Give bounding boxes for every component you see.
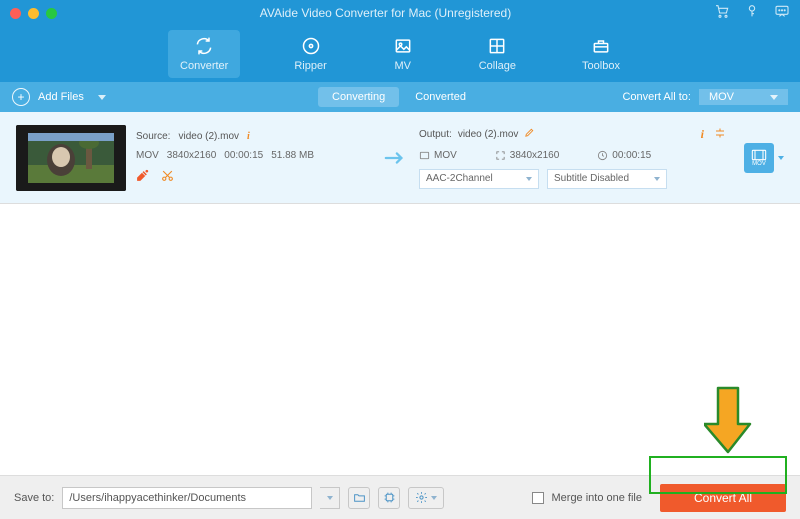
disc-icon xyxy=(301,36,321,56)
media-item-row: Source: video (2).mov i MOV 3840x2160 00… xyxy=(0,112,800,204)
edit-icon[interactable] xyxy=(136,169,149,185)
tab-collage[interactable]: Collage xyxy=(467,30,528,78)
main-tabs: Converter Ripper MV Collage Toolbox xyxy=(0,26,800,82)
source-label: Source: xyxy=(136,131,170,142)
tab-mv[interactable]: MV xyxy=(381,30,425,78)
hardware-accel-button[interactable] xyxy=(378,487,400,509)
convert-all-button[interactable]: Convert All xyxy=(660,484,786,512)
clock-icon xyxy=(597,150,608,161)
video-icon xyxy=(419,150,430,161)
tab-ripper[interactable]: Ripper xyxy=(282,30,338,78)
convert-icon xyxy=(194,36,214,56)
tab-label: Collage xyxy=(479,60,516,72)
source-size: 51.88 MB xyxy=(271,150,314,161)
chevron-down-icon[interactable] xyxy=(98,95,106,100)
tab-label: Converter xyxy=(180,60,228,72)
title-bar: AVAide Video Converter for Mac (Unregist… xyxy=(0,0,800,26)
filter-converted[interactable]: Converted xyxy=(415,91,466,103)
source-resolution: 3840x2160 xyxy=(167,150,217,161)
merge-checkbox[interactable] xyxy=(532,492,544,504)
save-to-label: Save to: xyxy=(14,492,54,504)
source-codec: MOV xyxy=(136,150,159,161)
film-icon xyxy=(751,149,767,161)
info-icon[interactable]: i xyxy=(701,127,704,142)
feedback-icon[interactable] xyxy=(774,3,790,23)
convert-all-to-label: Convert All to: xyxy=(622,91,690,103)
filter-converting[interactable]: Converting xyxy=(318,87,399,107)
settings-button[interactable] xyxy=(408,487,444,509)
chevron-down-icon xyxy=(770,95,778,100)
compress-icon[interactable] xyxy=(714,127,726,142)
chevron-down-icon xyxy=(526,177,532,181)
toolbar: + Add Files Converting Converted Convert… xyxy=(0,82,800,112)
key-icon[interactable] xyxy=(744,3,760,23)
close-window-icon[interactable] xyxy=(10,8,21,19)
output-column: Output: video (2).mov i MOV 3840x2160 00… xyxy=(419,127,726,189)
output-profile-button[interactable]: MOV xyxy=(744,143,774,173)
window-title: AVAide Video Converter for Mac (Unregist… xyxy=(57,6,714,20)
add-files-label: Add Files xyxy=(38,91,84,103)
tab-label: MV xyxy=(394,60,411,72)
window-controls[interactable] xyxy=(10,8,57,19)
annotation-arrow-icon xyxy=(704,386,752,456)
chevron-down-icon[interactable] xyxy=(778,156,784,160)
output-label: Output: xyxy=(419,129,452,140)
source-column: Source: video (2).mov i MOV 3840x2160 00… xyxy=(136,131,371,185)
cart-icon[interactable] xyxy=(714,3,730,23)
pencil-icon[interactable] xyxy=(524,127,535,141)
subtitle-select[interactable]: Subtitle Disabled xyxy=(547,169,667,189)
format-value: MOV xyxy=(709,91,734,103)
chevron-down-icon xyxy=(654,177,660,181)
output-filename: video (2).mov xyxy=(458,129,519,140)
output-duration: 00:00:15 xyxy=(612,150,651,161)
audio-select[interactable]: AAC-2Channel xyxy=(419,169,539,189)
image-icon xyxy=(393,36,413,56)
source-filename: video (2).mov xyxy=(178,131,239,142)
source-duration: 00:00:15 xyxy=(224,150,263,161)
open-folder-button[interactable] xyxy=(348,487,370,509)
save-path-input[interactable]: /Users/ihappyacethinker/Documents xyxy=(62,487,312,509)
maximize-window-icon[interactable] xyxy=(46,8,57,19)
collage-icon xyxy=(487,36,507,56)
info-icon[interactable]: i xyxy=(247,131,250,142)
footer-bar: Save to: /Users/ihappyacethinker/Documen… xyxy=(0,475,800,519)
cut-icon[interactable] xyxy=(161,169,174,185)
minimize-window-icon[interactable] xyxy=(28,8,39,19)
output-codec: MOV xyxy=(434,150,457,161)
tab-label: Toolbox xyxy=(582,60,620,72)
tab-toolbox[interactable]: Toolbox xyxy=(570,30,632,78)
merge-label: Merge into one file xyxy=(552,492,643,504)
add-files-button[interactable]: + Add Files xyxy=(12,88,106,106)
video-thumbnail[interactable] xyxy=(16,125,126,191)
tab-converter[interactable]: Converter xyxy=(168,30,240,78)
expand-icon xyxy=(495,150,506,161)
output-format-select[interactable]: MOV xyxy=(699,89,788,105)
plus-icon: + xyxy=(12,88,30,106)
arrow-right-icon xyxy=(381,150,409,166)
output-resolution: 3840x2160 xyxy=(510,150,560,161)
tab-label: Ripper xyxy=(294,60,326,72)
path-dropdown[interactable] xyxy=(320,487,340,509)
toolbox-icon xyxy=(591,36,611,56)
